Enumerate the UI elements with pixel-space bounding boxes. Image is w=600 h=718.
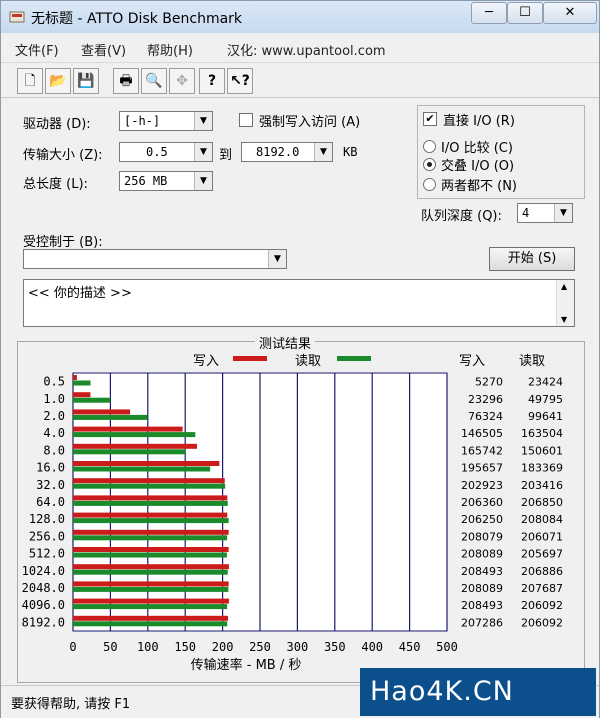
y-category-label: 4.0 [43,426,65,440]
x-tick-label: 100 [137,640,159,654]
watermark-text: Hao4K.CN [370,676,514,707]
y-category-label: 64.0 [36,495,65,509]
x-tick-label: 400 [361,640,383,654]
write-bar [73,615,229,621]
y-category-label: 128.0 [29,512,65,526]
y-category-label: 2.0 [43,409,65,423]
read-value: 206071 [521,530,563,543]
write-value: 206250 [461,513,503,526]
write-bar [73,375,77,380]
read-bar [73,518,229,524]
write-value: 23296 [468,393,503,406]
write-value: 207286 [461,616,503,629]
write-value: 208089 [461,582,503,595]
read-value: 207687 [521,582,563,595]
read-bar [73,380,91,386]
read-bar [73,535,228,541]
read-value: 23424 [528,376,563,389]
y-category-label: 32.0 [36,478,65,492]
x-tick-label: 0 [69,640,76,654]
x-tick-label: 250 [249,640,271,654]
x-tick-label: 500 [436,640,458,654]
read-value: 205697 [521,548,563,561]
write-bar [73,461,220,466]
y-category-label: 0.5 [43,375,65,389]
read-bar [73,397,111,403]
read-value: 99641 [528,410,563,423]
x-tick-label: 50 [103,640,117,654]
x-axis-label: 传输速率 - MB / 秒 [191,657,302,673]
read-value: 49795 [528,393,563,406]
write-bar [73,529,229,535]
write-value: 208493 [461,565,503,578]
y-category-label: 512.0 [29,547,65,561]
read-bar [73,604,228,610]
app-window: 无标题 - ATTO Disk Benchmark ─ ☐ ✕ 文件(F) 查看… [0,0,600,718]
write-value: 146505 [461,427,503,440]
read-value: 208084 [521,513,563,526]
read-bar [73,414,148,420]
read-bar [73,483,226,489]
write-bar [73,564,229,570]
status-text: 要获得帮助, 请按 F1 [11,697,131,712]
read-value: 203416 [521,479,563,492]
write-value: 76324 [468,410,503,423]
read-bar [73,569,228,575]
y-category-label: 8.0 [43,443,65,457]
write-bar [73,512,228,518]
read-value: 206092 [521,616,563,629]
write-value: 195657 [461,462,503,475]
read-value: 150601 [521,444,563,457]
write-value: 202923 [461,479,503,492]
y-category-label: 4096.0 [22,598,65,612]
y-category-label: 256.0 [29,529,65,543]
y-category-label: 1024.0 [22,564,65,578]
x-tick-label: 200 [212,640,234,654]
y-category-label: 2048.0 [22,581,65,595]
write-value: 206360 [461,496,503,509]
read-value: 206092 [521,599,563,612]
read-bar [73,432,196,438]
read-bar [73,552,227,558]
write-bar [73,409,131,415]
read-bar [73,621,228,627]
benchmark-chart: 0 50 100 150 200 250 300 350 400 450 500 0.5 5270 234… [22,372,563,673]
write-value: 5270 [475,376,503,389]
write-bar [73,495,228,501]
read-value: 183369 [521,462,563,475]
x-tick-label: 300 [287,640,309,654]
x-tick-label: 450 [399,640,421,654]
write-value: 208493 [461,599,503,612]
read-value: 206886 [521,565,563,578]
y-category-label: 16.0 [36,461,65,475]
write-value: 208089 [461,548,503,561]
read-bar [73,449,186,455]
read-bar [73,500,228,506]
y-category-label: 1.0 [43,392,65,406]
write-bar [73,581,229,587]
read-value: 163504 [521,427,563,440]
write-bar [73,443,197,449]
write-value: 208079 [461,530,503,543]
read-bar [73,466,211,472]
x-tick-label: 350 [324,640,346,654]
read-value: 206850 [521,496,563,509]
write-value: 165742 [461,444,503,457]
write-bar [73,598,229,604]
write-bar [73,426,183,432]
y-category-label: 8192.0 [22,615,65,629]
x-tick-label: 150 [174,640,196,654]
write-bar [73,478,225,484]
write-bar [73,547,229,552]
read-bar [73,586,229,592]
write-bar [73,392,91,398]
